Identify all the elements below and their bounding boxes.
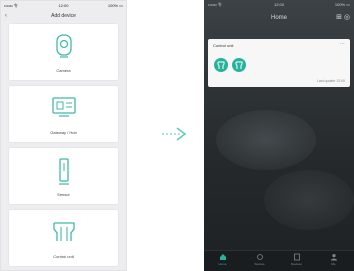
control-unit-button[interactable]: [214, 58, 228, 72]
tab-scenes[interactable]: Scenes: [241, 253, 278, 270]
status-bar: •••oo 令 12:00 100% ▭: [1, 1, 126, 10]
clock: 12:00: [273, 2, 284, 7]
background-blur: [216, 110, 316, 170]
tab-label: Devices: [291, 262, 302, 266]
tab-me[interactable]: Me: [315, 253, 352, 270]
tab-label: Me: [331, 262, 336, 266]
devices-icon: [293, 253, 300, 261]
device-option-label: Sensor: [57, 192, 70, 197]
background-blur: [264, 170, 354, 230]
device-option-gateway[interactable]: Gateway / Hub: [9, 86, 118, 142]
home-icon: [219, 254, 226, 260]
tab-label: Scenes: [254, 262, 265, 266]
nav-bar: ‹ Add device: [1, 10, 126, 22]
control-unit-icon: [235, 61, 243, 69]
page-title: Home: [270, 15, 287, 21]
tab-label: Home: [218, 262, 227, 266]
more-icon[interactable]: ⋯: [340, 41, 345, 47]
tab-home[interactable]: Home: [204, 253, 241, 270]
control-unit-button[interactable]: [232, 58, 246, 72]
scenes-icon: [256, 254, 263, 260]
sensor-icon: [58, 158, 69, 185]
device-option-label: Gateway / Hub: [50, 130, 77, 135]
device-card-footer: Last update 12:00: [316, 79, 345, 83]
device-card[interactable]: Control unit ⋯ Last update 12:00: [208, 39, 350, 87]
gateway-icon: [51, 97, 76, 117]
back-button[interactable]: ‹: [5, 10, 7, 22]
tab-devices[interactable]: Devices: [278, 253, 315, 270]
control-unit-icon: [52, 222, 75, 241]
page-title: Add device: [51, 13, 76, 19]
tab-bar: Home Scenes Devices Me: [204, 250, 354, 271]
control-unit-icon: [217, 61, 225, 69]
device-card-title: Control unit: [213, 43, 234, 48]
camera-icon: [55, 34, 72, 58]
device-option-label: Camera: [56, 68, 71, 73]
device-option-camera[interactable]: Camera: [9, 24, 118, 80]
device-option-control-unit[interactable]: Control unit: [9, 210, 118, 266]
arrow-right-icon: [162, 127, 187, 141]
home-screen: •••oo 令 12:00 100% ▭ Home ⊞ ◎ Control un…: [204, 0, 354, 271]
battery: 100% ▭: [334, 2, 350, 7]
device-option-label: Control unit: [53, 254, 74, 259]
header-actions-icon[interactable]: ⊞ ◎: [336, 10, 350, 26]
status-bar: •••oo 令 12:00 100% ▭: [204, 0, 354, 10]
device-option-sensor[interactable]: Sensor: [9, 148, 118, 204]
add-device-screen: •••oo 令 12:00 100% ▭ ‹ Add device Camera…: [0, 0, 127, 271]
profile-icon: [330, 254, 337, 261]
header: Home ⊞ ◎: [204, 10, 354, 26]
battery: 100% ▭: [107, 3, 123, 8]
